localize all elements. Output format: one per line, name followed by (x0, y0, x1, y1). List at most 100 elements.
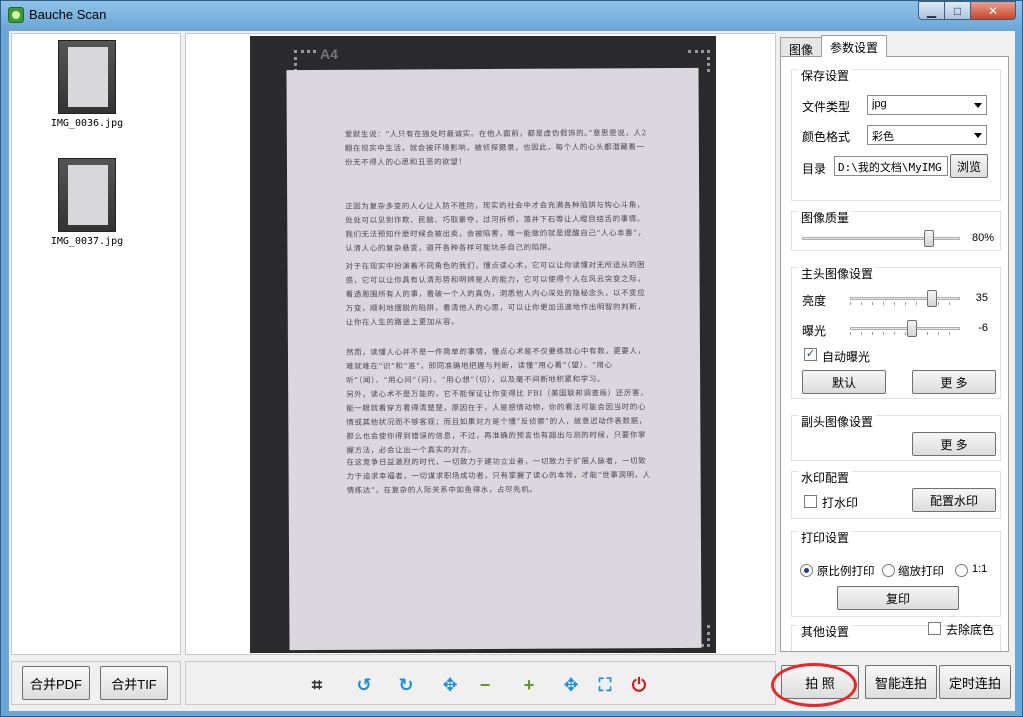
auto-exposure-checkbox[interactable]: ✓ (804, 348, 817, 361)
thumbnail-image[interactable] (58, 158, 116, 232)
slider-knob[interactable] (924, 230, 934, 247)
thumbnail-item[interactable]: IMG_0036.jpg (48, 40, 126, 129)
merge-pdf-button[interactable]: 合并PDF (22, 666, 90, 700)
quality-slider[interactable] (802, 230, 960, 247)
color-format-label: 颜色格式 (802, 130, 851, 144)
document-paragraph: 在这竞争日益激烈的时代，一切致力于建功立业者，一切致力于扩展人脉者，一切致力于追… (346, 456, 651, 495)
image-quality-group: 图像质量 80% (791, 211, 1001, 251)
document-paragraph: 正因为复杂多变的人心让人防不胜防，现实的社会中才会充满各种陷阱与钩心斗角，处处可… (345, 200, 646, 253)
title-bar[interactable]: Bauche Scan ▁ □ ✕ (1, 1, 1022, 29)
group-title: 副头图像设置 (798, 415, 877, 429)
default-button[interactable]: 默认 (802, 370, 886, 394)
original-scale-label: 原比例打印 (817, 566, 875, 578)
parameters-tab-body: 保存设置 文件类型 jpg 颜色格式 彩色 目录 D:\我的文档\MyIMG 浏… (780, 56, 1009, 652)
save-settings-group: 保存设置 文件类型 jpg 颜色格式 彩色 目录 D:\我的文档\MyIMG 浏… (791, 69, 1001, 201)
zoom-in-icon[interactable]: + (518, 674, 540, 696)
browse-button[interactable]: 浏览 (950, 154, 988, 178)
remove-background-checkbox[interactable] (928, 622, 941, 635)
tab-image[interactable]: 图像 (780, 37, 823, 57)
group-title: 保存设置 (798, 69, 853, 83)
thumbnail-item[interactable]: IMG_0037.jpg (48, 158, 126, 247)
slider-track (802, 237, 960, 240)
group-title: 打印设置 (798, 531, 853, 545)
fit-icon[interactable]: ✥ (560, 674, 582, 696)
sub-more-button[interactable]: 更 多 (912, 432, 996, 456)
scanned-document: 爱默生说：“人只有在独处时最诚实。在他人面前，都是虚伪假饰的。”意思是说，人2 … (286, 67, 702, 651)
merge-panel: 合并PDF 合并TIF (11, 661, 181, 705)
radio-original-scale[interactable] (800, 564, 813, 577)
configure-watermark-button[interactable]: 配置水印 (912, 488, 996, 512)
rotate-left-icon[interactable]: ↺ (353, 674, 375, 696)
chevron-down-icon (974, 133, 982, 138)
bottom-toolbar: 合并PDF 合并TIF ⌗ ↺ ↻ ✥ − + ✥ ⛶ ⏻ 拍 照 智能连拍 定… (9, 659, 1015, 709)
main-more-button[interactable]: 更 多 (912, 370, 996, 394)
slider-ticks (850, 332, 960, 335)
group-title: 水印配置 (798, 471, 853, 485)
document-paragraph: 然而，读懂人心并不是一件简单的事情，懂点心术是不仅要练就心中有数，更要人，难就难… (345, 346, 646, 385)
slider-knob[interactable] (907, 320, 917, 337)
file-type-label: 文件类型 (802, 100, 851, 114)
color-format-value: 彩色 (872, 131, 894, 143)
tab-parameters[interactable]: 参数设置 (821, 35, 888, 57)
move-icon[interactable]: ✥ (439, 674, 461, 696)
sub-camera-group: 副头图像设置 更 多 (791, 415, 1001, 461)
thumbnail-list[interactable]: IMG_0036.jpg IMG_0037.jpg (11, 33, 181, 655)
auto-exposure-label: 自动曝光 (822, 350, 871, 364)
remove-background-label: 去除底色 (946, 623, 995, 637)
scaled-label: 缩放打印 (898, 566, 944, 578)
color-format-select[interactable]: 彩色 (867, 125, 987, 145)
file-type-value: jpg (872, 98, 887, 110)
scan-preview[interactable]: A4 爱默生说：“人只有在独处时最诚实。在他人面前，都是虚伪假饰的。”意思是说，… (185, 33, 776, 655)
directory-label: 目录 (802, 162, 827, 176)
exposure-value: -6 (978, 322, 988, 334)
settings-panel: 图像 参数设置 保存设置 文件类型 jpg 颜色格式 彩色 目录 D:\我的文档… (780, 33, 1011, 655)
exposure-slider[interactable] (850, 320, 960, 337)
close-button[interactable]: ✕ (970, 1, 1016, 20)
paper-size-label: A4 (320, 46, 338, 62)
radio-scaled[interactable] (882, 564, 895, 577)
quality-value: 80% (971, 232, 994, 244)
brightness-label: 亮度 (802, 294, 827, 308)
exposure-label: 曝光 (802, 324, 827, 338)
minimize-button[interactable]: ▁ (918, 1, 944, 20)
watermark-checkbox[interactable] (804, 495, 817, 508)
app-logo-icon (8, 7, 24, 23)
print-settings-group: 打印设置 原比例打印 缩放打印 1:1 复印 (791, 531, 1001, 617)
one-to-one-label: 1:1 (972, 563, 988, 575)
settings-tabs: 图像 参数设置 (780, 35, 888, 57)
document-paragraph: 另外，读心术不是万能的，它不能保证让你变得比 FBI（美国联邦调查局）还厉害，能… (346, 388, 649, 455)
frame-icon[interactable]: ⛶ (594, 674, 616, 696)
brightness-value: 35 (975, 292, 988, 304)
document-paragraph: 对于在现实中扮演着不同角色的我们，懂点读心术，它可以让你读懂对无所适从的困惑，它… (345, 260, 646, 327)
file-type-select[interactable]: jpg (867, 95, 987, 115)
slider-ticks (850, 302, 960, 305)
window-title: Bauche Scan (29, 7, 107, 22)
watermark-label: 打水印 (822, 496, 859, 510)
thumbnail-image[interactable] (58, 40, 116, 114)
chevron-down-icon (974, 103, 982, 108)
maximize-button[interactable]: □ (944, 1, 970, 20)
crop-icon[interactable]: ⌗ (306, 674, 328, 696)
slider-track (850, 327, 960, 330)
zoom-out-icon[interactable]: − (474, 674, 496, 696)
group-title: 图像质量 (798, 211, 853, 225)
rotate-right-icon[interactable]: ↻ (395, 674, 417, 696)
image-tools-panel: ⌗ ↺ ↻ ✥ − + ✥ ⛶ ⏻ (185, 661, 776, 705)
watermark-group: 水印配置 打水印 配置水印 (791, 471, 1001, 519)
power-icon[interactable]: ⏻ (628, 674, 650, 696)
group-title: 主头图像设置 (798, 267, 877, 281)
smart-continuous-button[interactable]: 智能连拍 (865, 665, 937, 699)
camera-view[interactable]: A4 爱默生说：“人只有在独处时最诚实。在他人面前，都是虚伪假饰的。”意思是说，… (250, 36, 716, 653)
copy-button[interactable]: 复印 (837, 586, 959, 610)
brightness-slider[interactable] (850, 290, 960, 307)
frame-corner (294, 50, 316, 72)
radio-one-to-one[interactable] (955, 564, 968, 577)
thumbnail-filename: IMG_0037.jpg (50, 236, 124, 247)
group-title: 其他设置 (798, 625, 853, 639)
slider-knob[interactable] (927, 290, 937, 307)
document-paragraph: 爱默生说：“人只有在独处时最诚实。在他人面前，都是虚伪假饰的。”意思是说，人2 … (344, 128, 647, 167)
directory-field[interactable]: D:\我的文档\MyIMG (834, 156, 948, 176)
timed-continuous-button[interactable]: 定时连拍 (939, 665, 1011, 699)
window-controls: ▁ □ ✕ (918, 1, 1016, 21)
merge-tif-button[interactable]: 合并TIF (100, 666, 168, 700)
